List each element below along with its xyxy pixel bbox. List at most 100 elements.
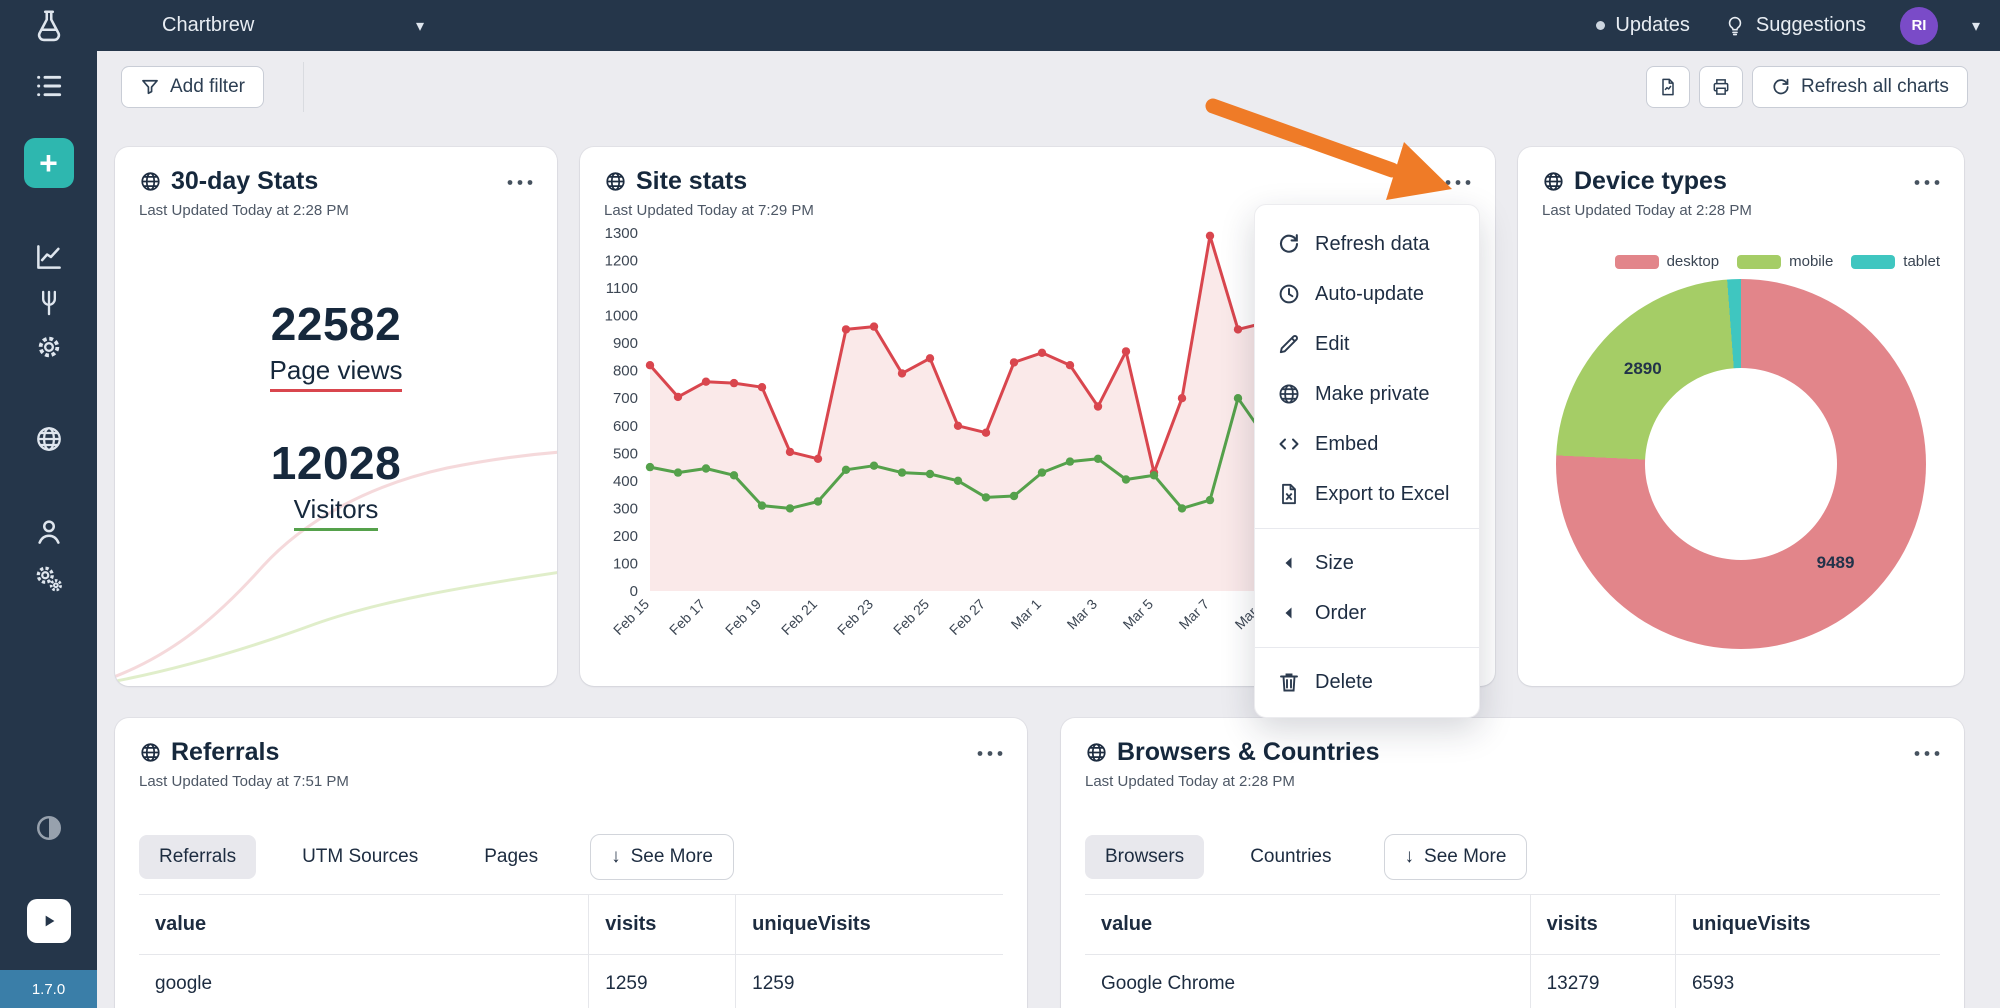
- app: Chartbrew ▾ Updates Suggestions RI ▾ + 1…: [0, 0, 2000, 1008]
- refresh-all-charts-button[interactable]: Refresh all charts: [1752, 66, 1968, 108]
- workspace-name: Chartbrew: [162, 14, 255, 36]
- legend-label: desktop: [1666, 253, 1720, 270]
- theme-toggle-icon[interactable]: [34, 813, 64, 843]
- menu-item-edit[interactable]: Edit: [1255, 319, 1479, 369]
- add-chart-button[interactable]: +: [23, 138, 74, 188]
- menu-item-make-private[interactable]: Make private: [1255, 369, 1479, 419]
- file-chart-icon: [1658, 77, 1678, 97]
- refresh-icon: [1277, 232, 1301, 256]
- globe-icon: [1542, 170, 1565, 193]
- tab-browsers[interactable]: Browsers: [1085, 835, 1205, 879]
- stats30-menu-button[interactable]: [503, 167, 537, 197]
- browsers-menu-button[interactable]: [1910, 738, 1944, 768]
- svg-text:1100: 1100: [606, 280, 638, 297]
- svg-text:200: 200: [613, 528, 638, 545]
- card-title-row: Referrals: [139, 738, 349, 767]
- chartbrew-logo-icon[interactable]: [31, 8, 67, 44]
- user-menu-chevron-icon[interactable]: ▾: [1972, 16, 1980, 36]
- code-icon: [1277, 432, 1301, 456]
- see-more-button[interactable]: ↓ See More: [590, 834, 734, 880]
- svg-text:800: 800: [613, 363, 638, 380]
- globe-icon: [604, 170, 627, 193]
- table-cell: google: [139, 955, 588, 1008]
- dashboard-list-icon[interactable]: [33, 70, 65, 102]
- legend-swatch: [1851, 254, 1896, 269]
- legend-swatch: [1737, 254, 1782, 269]
- menu-item-label: Export to Excel: [1315, 482, 1450, 505]
- menu-item-export-to-excel[interactable]: Export to Excel: [1255, 469, 1479, 519]
- public-globe-icon[interactable]: [34, 424, 64, 454]
- table-cell: 1259: [588, 955, 735, 1008]
- donut-slice-label: 9489: [1816, 553, 1855, 573]
- printer-icon: [1711, 77, 1731, 97]
- card-context-menu: Refresh data Auto-update Edit Make private E…: [1254, 204, 1480, 718]
- menu-item-auto-update[interactable]: Auto-update: [1255, 269, 1479, 319]
- toolbar-divider: [303, 62, 304, 112]
- menu-item-refresh-data[interactable]: Refresh data: [1255, 219, 1479, 269]
- table-cell: 13279: [1529, 955, 1675, 1008]
- menu-item-size[interactable]: Size: [1255, 538, 1479, 588]
- see-more-label: See More: [630, 846, 713, 867]
- team-members-icon[interactable]: [34, 517, 64, 547]
- legend-entry-tablet: tablet: [1851, 253, 1940, 270]
- card-referrals: Referrals Last Updated Today at 7:51 PM …: [115, 718, 1027, 1008]
- referrals-tabs: Referrals UTM Sources Pages: [139, 835, 558, 879]
- kpi-label: Page views: [269, 355, 403, 392]
- tab-utm-sources[interactable]: UTM Sources: [282, 835, 438, 879]
- avatar[interactable]: RI: [1899, 6, 1938, 45]
- ellipsis-icon: [507, 179, 533, 186]
- card-browsers-countries: Browsers & Countries Last Updated Today …: [1061, 718, 1964, 1008]
- file-export-icon: [1277, 482, 1301, 506]
- team-settings-icon[interactable]: [34, 564, 64, 594]
- add-filter-button[interactable]: Add filter: [121, 66, 264, 108]
- svg-text:Mar 7: Mar 7: [1175, 596, 1212, 633]
- print-button[interactable]: [1699, 66, 1743, 108]
- device-types-donut-chart: 9489 2890: [1556, 279, 1926, 649]
- ellipsis-icon: [1914, 179, 1940, 186]
- svg-text:900: 900: [613, 335, 638, 352]
- topbar-right: Updates Suggestions RI ▾: [1596, 0, 1980, 51]
- last-updated: Last Updated Today at 7:51 PM: [139, 773, 349, 790]
- expand-sidebar-button[interactable]: [26, 899, 71, 943]
- menu-item-order[interactable]: Order: [1255, 588, 1479, 638]
- export-report-button[interactable]: [1646, 66, 1690, 108]
- tab-pages[interactable]: Pages: [464, 835, 558, 879]
- card-title: 30-day Stats: [171, 167, 319, 195]
- menu-item-embed[interactable]: Embed: [1255, 419, 1479, 469]
- table-cell: 1259: [735, 955, 1003, 1008]
- arrow-down-icon: ↓: [611, 846, 621, 867]
- workspace-dropdown[interactable]: Chartbrew ▾: [162, 0, 424, 51]
- card-title-row: 30-day Stats: [139, 167, 349, 196]
- settings-gear-icon[interactable]: [35, 333, 63, 361]
- sidebar: + 1.7.0: [0, 0, 97, 1008]
- table-header-cell: visits: [1529, 894, 1675, 955]
- svg-text:400: 400: [613, 473, 638, 490]
- suggestions-button[interactable]: Suggestions: [1724, 14, 1866, 37]
- see-more-label: See More: [1424, 846, 1507, 867]
- device-types-menu-button[interactable]: [1910, 167, 1944, 197]
- last-updated: Last Updated Today at 2:28 PM: [139, 202, 349, 219]
- play-icon: [39, 911, 59, 931]
- tab-countries[interactable]: Countries: [1230, 835, 1351, 879]
- kpi-metric: 22582 Page views: [115, 297, 557, 392]
- last-updated: Last Updated Today at 2:28 PM: [1542, 202, 1752, 219]
- kpi-metric: 12028 Visitors: [115, 436, 557, 531]
- ellipsis-icon: [977, 750, 1003, 757]
- table-header-cell: visits: [588, 894, 736, 955]
- charts-icon[interactable]: [34, 242, 64, 272]
- referrals-menu-button[interactable]: [973, 738, 1007, 768]
- updates-button[interactable]: Updates: [1596, 14, 1690, 37]
- card-title: Browsers & Countries: [1117, 738, 1380, 766]
- connections-fork-icon[interactable]: [35, 289, 63, 317]
- svg-text:700: 700: [613, 390, 638, 407]
- ellipsis-icon: [1445, 179, 1471, 186]
- svg-text:0: 0: [630, 583, 638, 600]
- menu-item-label: Refresh data: [1315, 232, 1430, 255]
- site-stats-menu-button[interactable]: [1441, 167, 1475, 197]
- chart-legend: desktop mobile tablet: [1614, 253, 1940, 270]
- updates-dot-icon: [1596, 21, 1606, 30]
- legend-label: tablet: [1903, 253, 1940, 270]
- see-more-button[interactable]: ↓ See More: [1383, 834, 1528, 880]
- tab-referrals[interactable]: Referrals: [139, 835, 257, 879]
- menu-item-delete[interactable]: Delete: [1255, 657, 1479, 707]
